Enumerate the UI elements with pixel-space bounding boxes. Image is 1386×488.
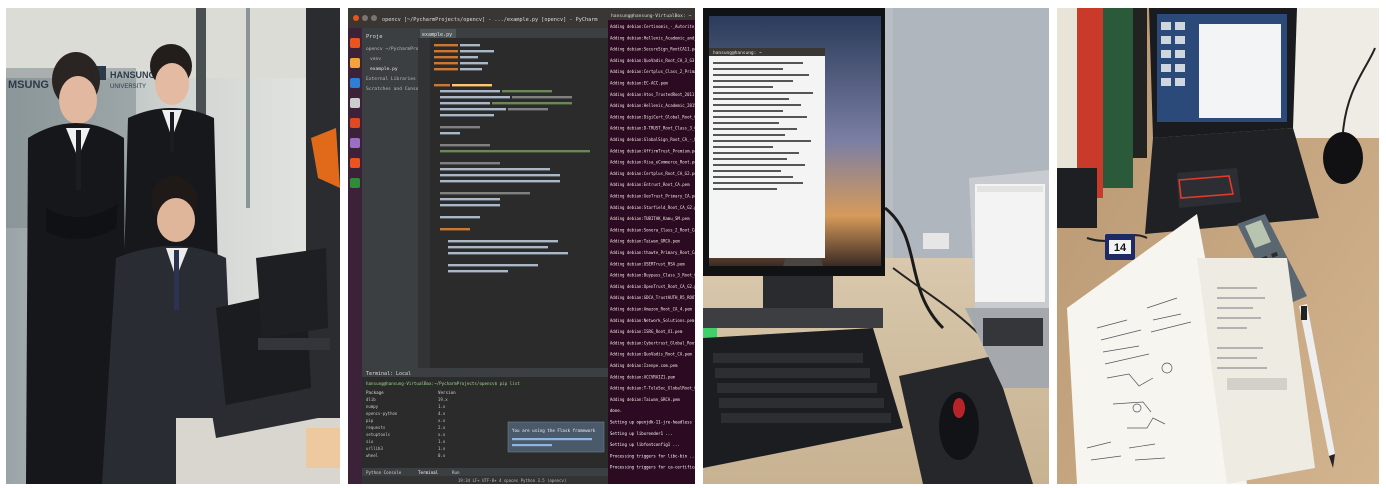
tree-item-venv[interactable]: venv (370, 57, 381, 62)
terminal-output-line: Setting up openjdk-11-jre-headless ... (610, 420, 695, 425)
tree-item-libraries[interactable]: External Libraries (366, 76, 416, 82)
wall-logo-center-sub: UNIVERSITY (110, 84, 146, 90)
pip-package-name: urllib3 (366, 446, 383, 451)
bottom-tab-terminal[interactable]: Terminal (418, 470, 439, 475)
pip-package-name: opencv-python (366, 411, 398, 416)
pip-package-name: pip (366, 418, 374, 423)
pip-package-version: 1.x (438, 446, 446, 451)
students-scene: MSUNG HANSUNG UNIVERSITY (6, 8, 340, 484)
terminal-output-line: Adding debian:ISRG_Root_X1.pem (610, 329, 683, 334)
pip-header-version: Version (438, 390, 456, 395)
pip-package-version: x.x (438, 418, 446, 423)
mouse (1323, 132, 1363, 184)
pip-package-name: requests (366, 425, 386, 430)
pip-package-name: dlib (366, 397, 376, 402)
terminal-output-line: Adding debian:GDCA_TrustAUTH_R5_ROOT.pem (610, 295, 695, 300)
terminal-output-line: Adding debian:Hellenic_Academic_and_Res.… (610, 35, 695, 40)
terminal-output-line: Adding debian:Certplus_Root_CA_G2.pem (610, 171, 695, 176)
terminal-output-line: Adding debian:T-TeleSec_GlobalRoot_Class… (610, 386, 695, 391)
tree-item-scratches[interactable]: Scratches and Conso (366, 86, 419, 92)
monitor-terminal-title: hansung@hansung: ~ (713, 50, 762, 56)
photo-students-at-laptops: MSUNG HANSUNG UNIVERSITY (6, 8, 340, 484)
right-terminal-title: hansung@hansung-VirtualBox: ~ (611, 13, 691, 19)
terminal-output-line: Processing triggers for libc-bin ... (610, 453, 695, 458)
photo-pycharm-screen: opencv [~/PycharmProjects/opencv] - .../… (348, 8, 695, 484)
study-desk-scene: 14 (1057, 8, 1379, 484)
terminal-output-line: done. (610, 408, 622, 413)
terminal-output-line: Adding debian:OpenTrust_Root_CA_G2.pem (610, 284, 695, 289)
pip-package-name: six (366, 439, 374, 444)
terminal-output-line: Adding debian:GlobalSign_Root_CA_-_R2.pe… (610, 137, 695, 142)
pycharm-window-title: opencv [~/PycharmProjects/opencv] - .../… (382, 17, 598, 23)
terminal-output-line: Adding debian:Cybertrust_Global_Root.pem (610, 340, 695, 345)
terminal-output-line: Adding debian:Taiwan_GRCA.pem (610, 397, 680, 402)
terminal-output-line: Adding debian:Visa_eCommerce_Root.pem (610, 160, 695, 165)
pip-package-version: 2.x (438, 425, 446, 430)
pip-package-name: wheel (366, 453, 379, 458)
terminal-output-line: Processing triggers for ca-certificates … (610, 465, 695, 470)
bottom-tab-python-console[interactable]: Python Console (366, 470, 402, 475)
terminal-output-line: Adding debian:Sonera_Class_2_Root_CA.pem (610, 227, 695, 232)
terminal-output-line: Adding debian:AffirmTrust_Premium.pem (610, 148, 695, 153)
terminal-output-line: Setting up libfontconfig1 ... (610, 442, 680, 447)
terminal-output-line: Adding debian:Starfield_Root_CA_G2.pem (610, 205, 695, 210)
terminal-output-line: Adding debian:thawte_Primary_Root_CA.pem (610, 250, 695, 255)
terminal-output-line: Setting up libxrender1 ... (610, 431, 673, 436)
terminal-output-line: Adding debian:D-TRUST_Root_Class_3_CA_2.… (610, 126, 695, 131)
number-card-value: 14 (1114, 242, 1127, 254)
terminal-output-line: Adding debian:Buypass_Class_3_Root_CA.pe… (610, 273, 695, 278)
terminal-tab-local[interactable]: Local (396, 371, 411, 377)
pip-package-version: 1.x (438, 439, 446, 444)
terminal-tab-label[interactable]: Terminal: (366, 371, 393, 377)
terminal-output-line: Adding debian:GeoTrust_Primary_CA.pem (610, 194, 695, 199)
pip-package-version: 1.x (438, 404, 446, 409)
terminal-command: hansung@hansung-VirtualBox:~/PycharmProj… (366, 381, 520, 386)
terminal-output-line: Adding debian:Hellenic_Academic_2015.pem (610, 103, 695, 108)
status-bar: 19:34 LF+ UTF-8+ 4 spaces Python 3.5 (op… (458, 478, 566, 483)
pip-package-version: 19.x (438, 397, 448, 402)
pip-header-package: Package (366, 390, 384, 395)
terminal-output-line: Adding debian:USERTrust_RSA.pem (610, 261, 685, 266)
editor-tab[interactable]: example.py (422, 32, 452, 38)
photo-desk-monitor: hansung@hansung: ~ (703, 8, 1049, 484)
pip-package-name: numpy (366, 404, 379, 409)
terminal-output-line: Adding debian:ACCVRAIZ1.pem (610, 374, 676, 379)
wall-logo-center: HANSUNG (110, 70, 156, 80)
wall-logo-left: MSUNG (8, 79, 49, 91)
bottom-tab-run[interactable]: Run (452, 470, 460, 475)
terminal-output-line: Adding debian:Certinomis_-_Autorite_Raci… (610, 24, 695, 29)
terminal-output-line: Adding debian:Amazon_Root_CA_4.pem (610, 307, 692, 312)
terminal-output-line: Adding debian:Certplus_Class_2_Primary_C… (610, 69, 695, 74)
terminal-output-line: Adding debian:SecureSign_RootCA11.pem (610, 47, 695, 52)
terminal-output-line: Adding debian:QuoVadis_Root_CA_3_G3.pem (610, 58, 695, 63)
notification-title: You are using the Flask framework (512, 428, 596, 433)
pip-package-version: 4.x (438, 411, 446, 416)
terminal-output-line: Adding debian:TUBITAK_Kamu_SM.pem (610, 216, 690, 221)
pip-package-name: setuptools (366, 432, 391, 437)
desk-monitor-scene: hansung@hansung: ~ (703, 8, 1049, 484)
terminal-output-line: Adding debian:Izenpe.com.pem (610, 363, 678, 368)
terminal-output-line: Adding debian:Atos_TrustedRoot_2011.pem (610, 92, 695, 97)
terminal-output-line: Adding debian:EC-ACC.pem (610, 81, 668, 86)
project-panel-label: Proje (366, 34, 383, 40)
terminal-output-line: Adding debian:Entrust_Root_CA.pem (610, 182, 690, 187)
terminal-output-line: Adding debian:Network_Solutions.pem (610, 318, 695, 323)
pip-package-version: 0.x (438, 453, 446, 458)
terminal-output-line: Adding debian:Taiwan_GRCA.pem (610, 239, 680, 244)
terminal-output-line: Adding debian:DigiCert_Global_Root_G3.pe… (610, 114, 695, 119)
photo-study-desk: 14 (1057, 8, 1379, 484)
pycharm-screen: opencv [~/PycharmProjects/opencv] - .../… (348, 8, 695, 484)
tree-item-example[interactable]: example.py (370, 66, 398, 72)
pip-package-version: x.x (438, 432, 446, 437)
terminal-output-line: Adding debian:QuoVadis_Root_CA.pem (610, 352, 692, 357)
